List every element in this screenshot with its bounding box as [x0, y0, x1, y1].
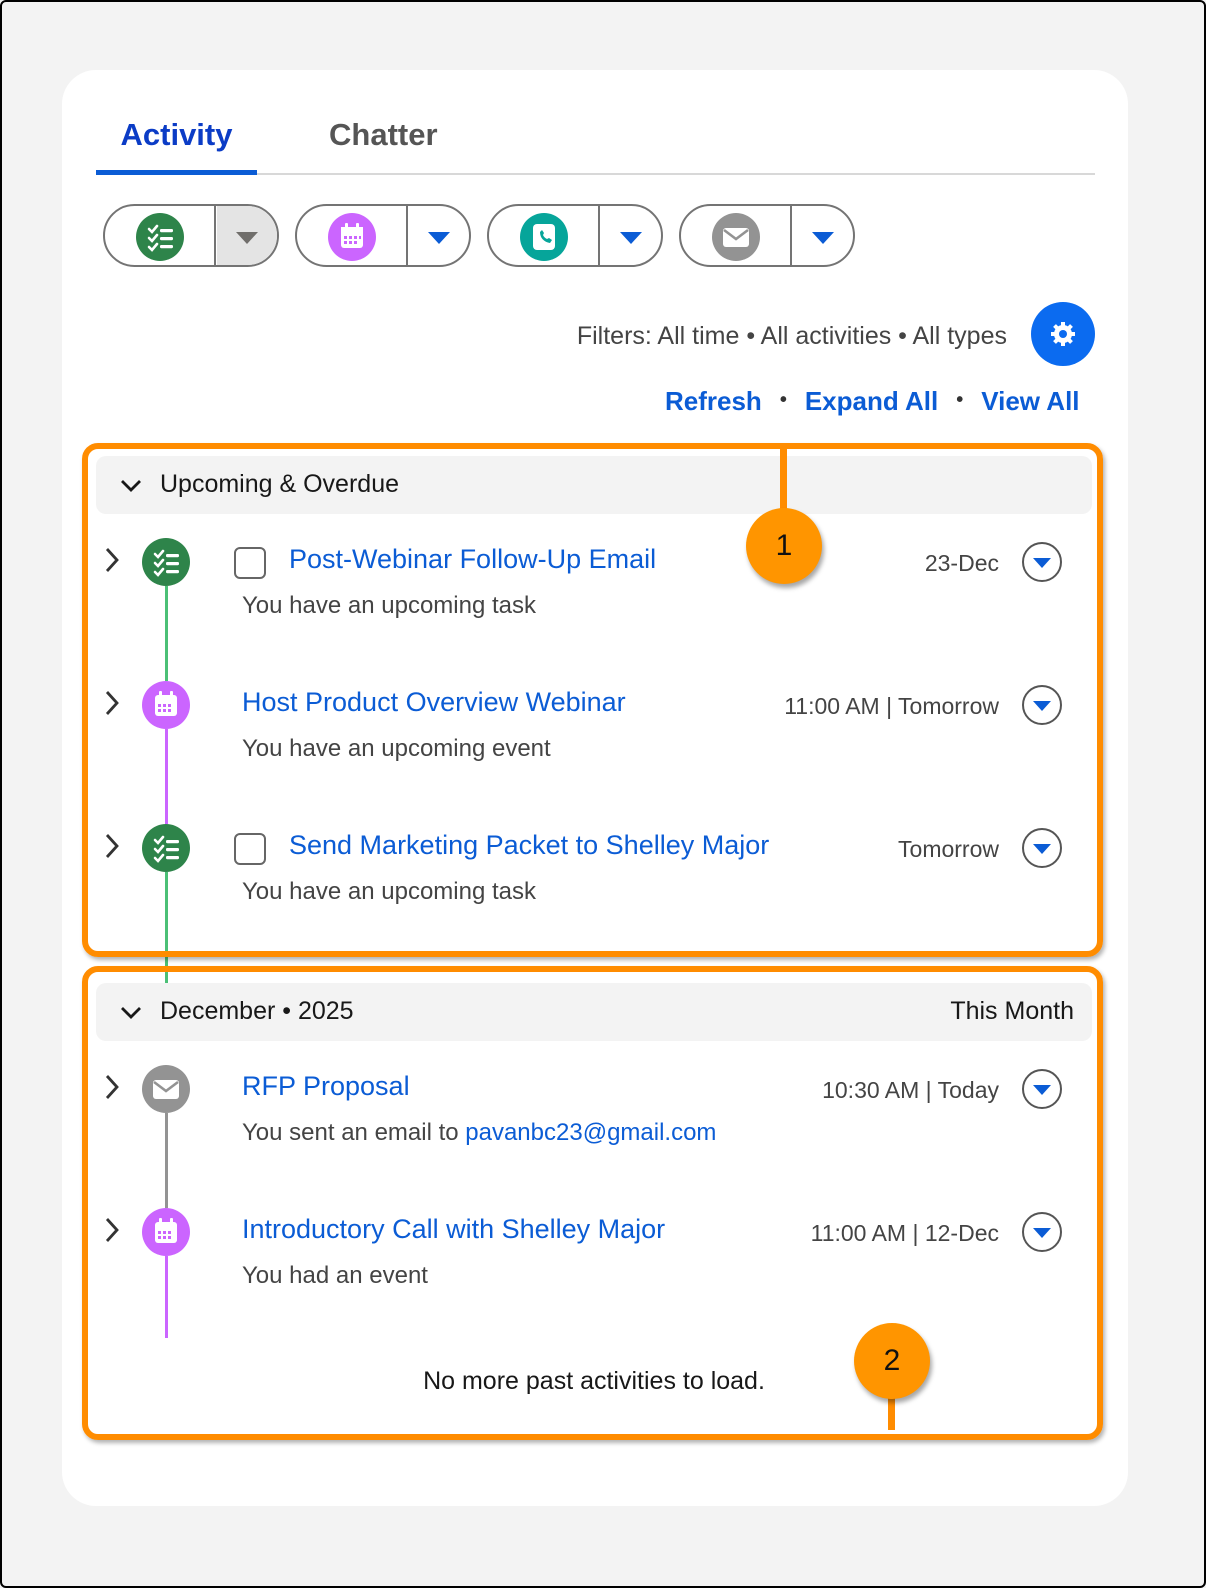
new-task-dropdown[interactable] — [217, 206, 277, 265]
callout-badge-1: 1 — [746, 508, 822, 584]
tab-chatter[interactable]: Chatter — [329, 112, 444, 175]
log-call-dropdown[interactable] — [601, 206, 661, 265]
chevron-down-icon — [812, 232, 834, 244]
link-separator: • — [779, 389, 787, 411]
gear-icon — [1051, 322, 1075, 346]
new-task-button-group — [103, 204, 279, 267]
email-dropdown[interactable] — [793, 206, 853, 265]
new-event-button[interactable] — [297, 206, 408, 265]
activity-links: Refresh • Expand All • View All — [665, 386, 1080, 417]
view-all-link[interactable]: View All — [981, 386, 1079, 416]
expand-all-link[interactable]: Expand All — [805, 386, 938, 416]
callout-highlight-2 — [82, 966, 1103, 1440]
new-event-button-group — [295, 204, 471, 267]
tab-activity[interactable]: Activity — [96, 112, 257, 175]
chevron-down-icon — [236, 232, 258, 244]
log-call-button-group — [487, 204, 663, 267]
email-button[interactable] — [681, 206, 792, 265]
log-call-button[interactable] — [489, 206, 600, 265]
email-button-group — [679, 204, 855, 267]
chevron-down-icon — [620, 232, 642, 244]
chevron-down-icon — [428, 232, 450, 244]
log-call-icon — [520, 213, 568, 261]
filters-summary: Filters: All time • All activities • All… — [576, 322, 1007, 350]
new-task-button[interactable] — [105, 206, 216, 265]
refresh-link[interactable]: Refresh — [665, 386, 762, 416]
callout-badge-2: 2 — [854, 1323, 930, 1399]
filter-settings-button[interactable] — [1031, 302, 1095, 366]
new-event-icon — [328, 213, 376, 261]
tab-bar: Activity Chatter — [96, 112, 1095, 175]
email-icon — [712, 213, 760, 261]
new-task-icon — [136, 213, 184, 261]
link-separator: • — [956, 389, 964, 411]
new-event-dropdown[interactable] — [409, 206, 469, 265]
callout-highlight-1 — [82, 443, 1103, 957]
